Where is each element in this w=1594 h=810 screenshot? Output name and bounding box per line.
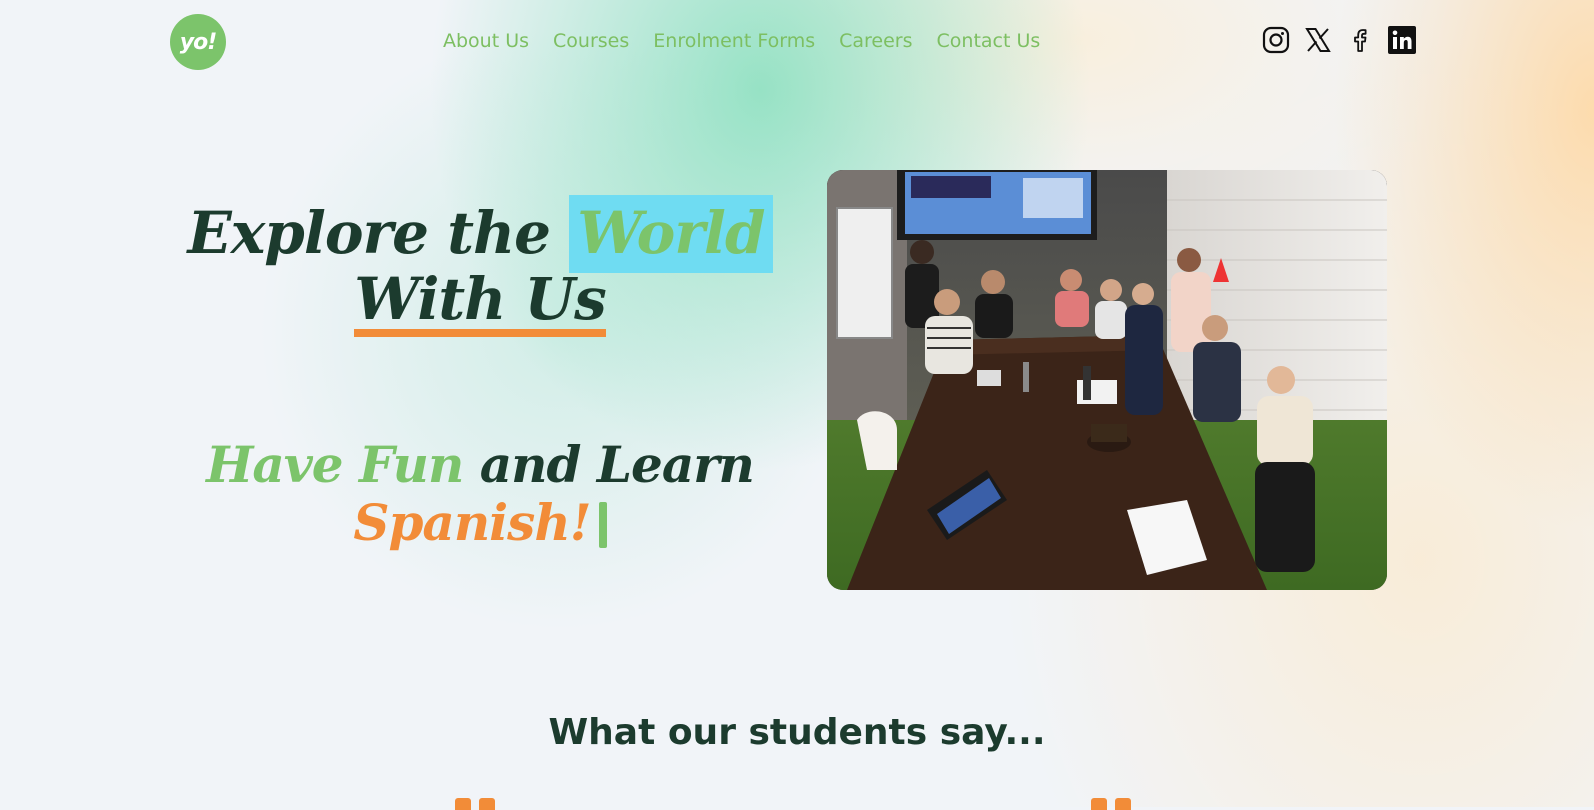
- headline-highlight: World: [569, 195, 773, 273]
- top-navigation-bar: yo! About Us Courses Enrolment Forms Car…: [0, 0, 1594, 84]
- tagline-orange: Spanish!: [353, 493, 591, 552]
- main-nav: About Us Courses Enrolment Forms Careers…: [443, 27, 1040, 55]
- nav-careers[interactable]: Careers: [839, 27, 912, 55]
- hero-class-photo: [827, 170, 1387, 590]
- logo-text: yo!: [179, 29, 217, 55]
- social-links: [1262, 26, 1416, 54]
- linkedin-icon[interactable]: [1388, 26, 1416, 54]
- hero-headline-block: Explore the World With Us: [160, 195, 800, 337]
- typing-cursor: [598, 502, 607, 548]
- tagline-green: Have Fun: [206, 435, 464, 494]
- nav-about-us[interactable]: About Us: [443, 27, 529, 55]
- tagline-dark: and Learn: [479, 435, 755, 494]
- x-icon[interactable]: [1304, 26, 1332, 54]
- nav-courses[interactable]: Courses: [553, 27, 629, 55]
- brand-logo[interactable]: yo!: [170, 14, 226, 70]
- quote-mark-icon: [1091, 798, 1133, 810]
- nav-enrolment-forms[interactable]: Enrolment Forms: [653, 27, 815, 55]
- hero-headline: Explore the World With Us: [160, 195, 800, 337]
- facebook-icon[interactable]: [1346, 26, 1374, 54]
- quote-mark-icon: [455, 798, 497, 810]
- nav-contact-us[interactable]: Contact Us: [937, 27, 1041, 55]
- testimonials-title: What our students say...: [548, 712, 1046, 753]
- instagram-icon[interactable]: [1262, 26, 1290, 54]
- headline-part1: Explore the: [187, 199, 551, 267]
- hero-tagline: Have Fun and Learn Spanish!: [160, 436, 800, 552]
- class-photo-illustration: [827, 170, 1387, 590]
- headline-line2: With Us: [354, 269, 607, 337]
